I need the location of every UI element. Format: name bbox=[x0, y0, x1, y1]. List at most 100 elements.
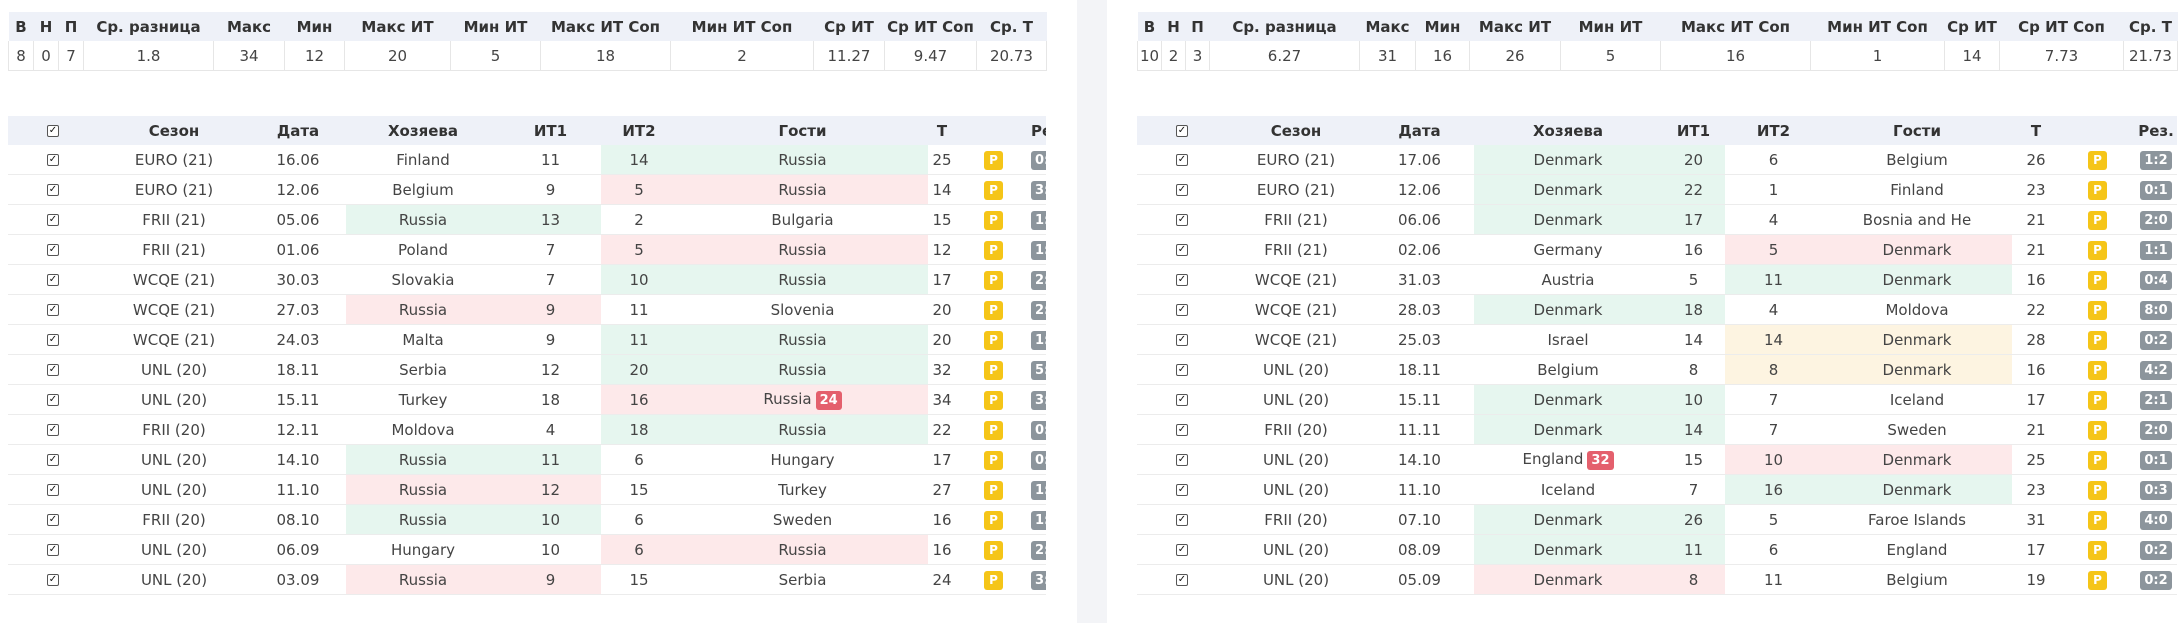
row-checkbox-cell[interactable]: ✓ bbox=[8, 264, 98, 295]
p-badge-cell[interactable]: P bbox=[2060, 294, 2135, 325]
row-checkbox-cell[interactable]: ✓ bbox=[8, 174, 98, 205]
row-checkbox-cell[interactable]: ✓ bbox=[8, 234, 98, 265]
row-checkbox[interactable]: ✓ bbox=[47, 364, 59, 376]
p-badge[interactable]: P bbox=[984, 150, 1003, 170]
row-checkbox[interactable]: ✓ bbox=[1176, 274, 1188, 286]
p-badge[interactable]: P bbox=[984, 390, 1003, 410]
p-badge[interactable]: P bbox=[984, 510, 1003, 530]
row-checkbox[interactable]: ✓ bbox=[1176, 154, 1188, 166]
row-checkbox-cell[interactable]: ✓ bbox=[1137, 474, 1227, 505]
p-badge[interactable]: P bbox=[984, 420, 1003, 440]
row-checkbox-cell[interactable]: ✓ bbox=[8, 204, 98, 235]
games-header-checked[interactable]: ✓ bbox=[8, 116, 98, 145]
row-checkbox[interactable]: ✓ bbox=[47, 304, 59, 316]
p-badge-cell[interactable]: P bbox=[956, 234, 1031, 265]
p-badge-cell[interactable]: P bbox=[2060, 145, 2135, 175]
p-badge-cell[interactable]: P bbox=[2060, 204, 2135, 235]
p-badge-cell[interactable]: P bbox=[2060, 264, 2135, 295]
row-checkbox-cell[interactable]: ✓ bbox=[1137, 444, 1227, 475]
row-checkbox[interactable]: ✓ bbox=[47, 394, 59, 406]
row-checkbox-cell[interactable]: ✓ bbox=[8, 564, 98, 595]
row-checkbox-cell[interactable]: ✓ bbox=[8, 324, 98, 355]
row-checkbox[interactable]: ✓ bbox=[1176, 544, 1188, 556]
p-badge[interactable]: P bbox=[984, 450, 1003, 470]
row-checkbox-cell[interactable]: ✓ bbox=[1137, 294, 1227, 325]
p-badge[interactable]: P bbox=[2088, 540, 2107, 560]
row-checkbox[interactable]: ✓ bbox=[1176, 364, 1188, 376]
row-checkbox-cell[interactable]: ✓ bbox=[8, 294, 98, 325]
p-badge-cell[interactable]: P bbox=[956, 534, 1031, 565]
row-checkbox-cell[interactable]: ✓ bbox=[8, 384, 98, 415]
row-checkbox[interactable]: ✓ bbox=[47, 544, 59, 556]
row-checkbox-cell[interactable]: ✓ bbox=[1137, 324, 1227, 355]
p-badge[interactable]: P bbox=[2088, 180, 2107, 200]
p-badge-cell[interactable]: P bbox=[2060, 354, 2135, 385]
row-checkbox-cell[interactable]: ✓ bbox=[8, 534, 98, 565]
p-badge[interactable]: P bbox=[984, 240, 1003, 260]
row-checkbox-cell[interactable]: ✓ bbox=[1137, 414, 1227, 445]
p-badge[interactable]: P bbox=[2088, 450, 2107, 470]
row-checkbox[interactable]: ✓ bbox=[1176, 244, 1188, 256]
p-badge-cell[interactable]: P bbox=[956, 354, 1031, 385]
p-badge[interactable]: P bbox=[2088, 570, 2107, 590]
p-badge[interactable]: P bbox=[984, 570, 1003, 590]
row-checkbox[interactable]: ✓ bbox=[1176, 334, 1188, 346]
p-badge[interactable]: P bbox=[2088, 300, 2107, 320]
p-badge-cell[interactable]: P bbox=[2060, 534, 2135, 565]
p-badge-cell[interactable]: P bbox=[956, 474, 1031, 505]
row-checkbox-cell[interactable]: ✓ bbox=[1137, 564, 1227, 595]
p-badge[interactable]: P bbox=[2088, 270, 2107, 290]
games-header-checked[interactable]: ✓ bbox=[1137, 116, 1227, 145]
row-checkbox[interactable]: ✓ bbox=[1176, 424, 1188, 436]
row-checkbox-cell[interactable]: ✓ bbox=[1137, 174, 1227, 205]
p-badge-cell[interactable]: P bbox=[956, 294, 1031, 325]
p-badge[interactable]: P bbox=[984, 480, 1003, 500]
row-checkbox[interactable]: ✓ bbox=[1176, 214, 1188, 226]
row-checkbox[interactable]: ✓ bbox=[47, 484, 59, 496]
p-badge-cell[interactable]: P bbox=[2060, 444, 2135, 475]
p-badge-cell[interactable]: P bbox=[2060, 174, 2135, 205]
row-checkbox-cell[interactable]: ✓ bbox=[1137, 384, 1227, 415]
p-badge[interactable]: P bbox=[2088, 360, 2107, 380]
row-checkbox-cell[interactable]: ✓ bbox=[8, 474, 98, 505]
row-checkbox[interactable]: ✓ bbox=[47, 574, 59, 586]
p-badge[interactable]: P bbox=[984, 360, 1003, 380]
row-checkbox-cell[interactable]: ✓ bbox=[8, 145, 98, 175]
row-checkbox[interactable]: ✓ bbox=[47, 244, 59, 256]
p-badge-cell[interactable]: P bbox=[2060, 234, 2135, 265]
p-badge[interactable]: P bbox=[2088, 240, 2107, 260]
row-checkbox-cell[interactable]: ✓ bbox=[8, 354, 98, 385]
row-checkbox-cell[interactable]: ✓ bbox=[8, 444, 98, 475]
row-checkbox-cell[interactable]: ✓ bbox=[1137, 504, 1227, 535]
row-checkbox[interactable]: ✓ bbox=[1176, 184, 1188, 196]
p-badge[interactable]: P bbox=[984, 540, 1003, 560]
row-checkbox[interactable]: ✓ bbox=[1176, 454, 1188, 466]
p-badge-cell[interactable]: P bbox=[956, 504, 1031, 535]
p-badge-cell[interactable]: P bbox=[2060, 414, 2135, 445]
p-badge-cell[interactable]: P bbox=[2060, 504, 2135, 535]
p-badge-cell[interactable]: P bbox=[2060, 564, 2135, 595]
p-badge[interactable]: P bbox=[984, 180, 1003, 200]
p-badge-cell[interactable]: P bbox=[956, 444, 1031, 475]
row-checkbox[interactable]: ✓ bbox=[47, 274, 59, 286]
p-badge[interactable]: P bbox=[984, 300, 1003, 320]
p-badge[interactable]: P bbox=[2088, 390, 2107, 410]
row-checkbox[interactable]: ✓ bbox=[1176, 574, 1188, 586]
row-checkbox-cell[interactable]: ✓ bbox=[1137, 534, 1227, 565]
p-badge-cell[interactable]: P bbox=[956, 564, 1031, 595]
row-checkbox-cell[interactable]: ✓ bbox=[1137, 234, 1227, 265]
row-checkbox[interactable]: ✓ bbox=[1176, 484, 1188, 496]
row-checkbox[interactable]: ✓ bbox=[47, 334, 59, 346]
row-checkbox[interactable]: ✓ bbox=[47, 514, 59, 526]
row-checkbox-cell[interactable]: ✓ bbox=[8, 414, 98, 445]
p-badge[interactable]: P bbox=[984, 210, 1003, 230]
p-badge[interactable]: P bbox=[984, 270, 1003, 290]
p-badge-cell[interactable]: P bbox=[2060, 474, 2135, 505]
p-badge-cell[interactable]: P bbox=[956, 324, 1031, 355]
row-checkbox[interactable]: ✓ bbox=[47, 454, 59, 466]
row-checkbox-cell[interactable]: ✓ bbox=[8, 504, 98, 535]
row-checkbox-cell[interactable]: ✓ bbox=[1137, 204, 1227, 235]
row-checkbox[interactable]: ✓ bbox=[47, 214, 59, 226]
p-badge-cell[interactable]: P bbox=[2060, 324, 2135, 355]
p-badge-cell[interactable]: P bbox=[956, 174, 1031, 205]
